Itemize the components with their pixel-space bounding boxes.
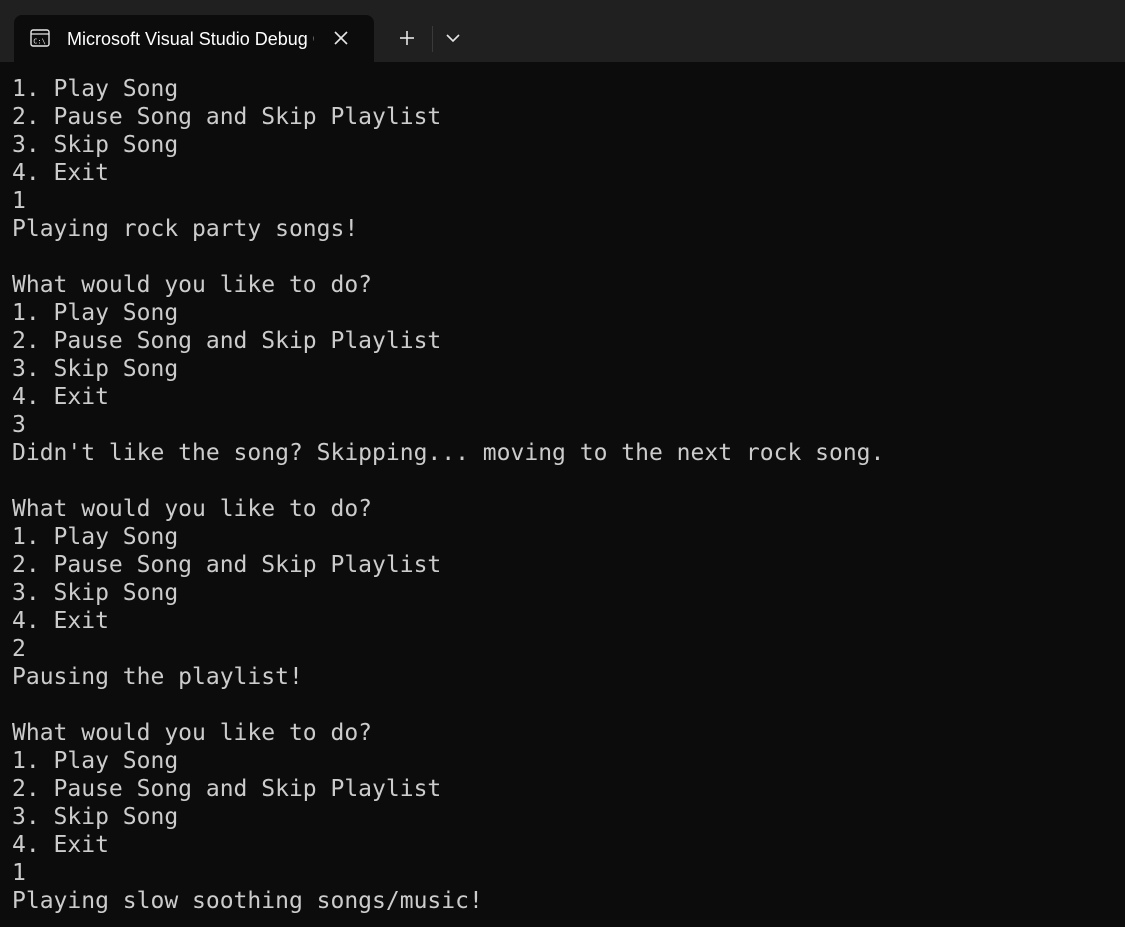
console-output[interactable]: 1. Play Song 2. Pause Song and Skip Playl… — [12, 75, 1112, 925]
tab-debug-console[interactable]: C:\ Microsoft Visual Studio Debug Consol… — [14, 15, 374, 62]
console-line: 1 — [12, 860, 26, 886]
console-line: What would you like to do? — [12, 272, 373, 298]
console-line: 3 — [12, 412, 26, 438]
console-line: 2. Pause Song and Skip Playlist — [12, 552, 442, 578]
console-line: 3. Skip Song — [12, 804, 179, 830]
plus-icon[interactable] — [387, 20, 427, 56]
console-line: 4. Exit — [12, 384, 109, 410]
console-line: 1. Play Song — [12, 76, 179, 102]
console-line: 2 — [12, 636, 26, 662]
tab-title: Microsoft Visual Studio Debug Console — [67, 29, 314, 49]
console-line: Playing slow soothing songs/music! — [12, 888, 483, 914]
terminal-window: C:\ Microsoft Visual Studio Debug Consol… — [0, 0, 1125, 927]
close-icon[interactable] — [330, 27, 352, 49]
titlebar-divider — [432, 26, 433, 52]
chevron-down-icon[interactable] — [437, 20, 469, 56]
console-line: 2. Pause Song and Skip Playlist — [12, 776, 442, 802]
console-line: 1 — [12, 188, 26, 214]
console-line: Playing rock party songs! — [12, 216, 359, 242]
console-line: What would you like to do? — [12, 496, 373, 522]
console-line: 4. Exit — [12, 160, 109, 186]
console-line: What would you like to do? — [12, 720, 373, 746]
console-line: 1. Play Song — [12, 748, 179, 774]
console-line: Pausing the playlist! — [12, 664, 303, 690]
title-bar: C:\ Microsoft Visual Studio Debug Consol… — [0, 0, 1125, 62]
console-line: 1. Play Song — [12, 300, 179, 326]
console-line: 2. Pause Song and Skip Playlist — [12, 104, 442, 130]
console-line: 4. Exit — [12, 832, 109, 858]
svg-text:C:\: C:\ — [33, 38, 46, 46]
console-line: 4. Exit — [12, 608, 109, 634]
console-line: 3. Skip Song — [12, 132, 179, 158]
console-line: 3. Skip Song — [12, 580, 179, 606]
console-icon: C:\ — [30, 29, 50, 47]
console-line: 2. Pause Song and Skip Playlist — [12, 328, 442, 354]
console-line: Didn't like the song? Skipping... moving… — [12, 440, 885, 466]
console-line: 1. Play Song — [12, 524, 179, 550]
console-line: 3. Skip Song — [12, 356, 179, 382]
